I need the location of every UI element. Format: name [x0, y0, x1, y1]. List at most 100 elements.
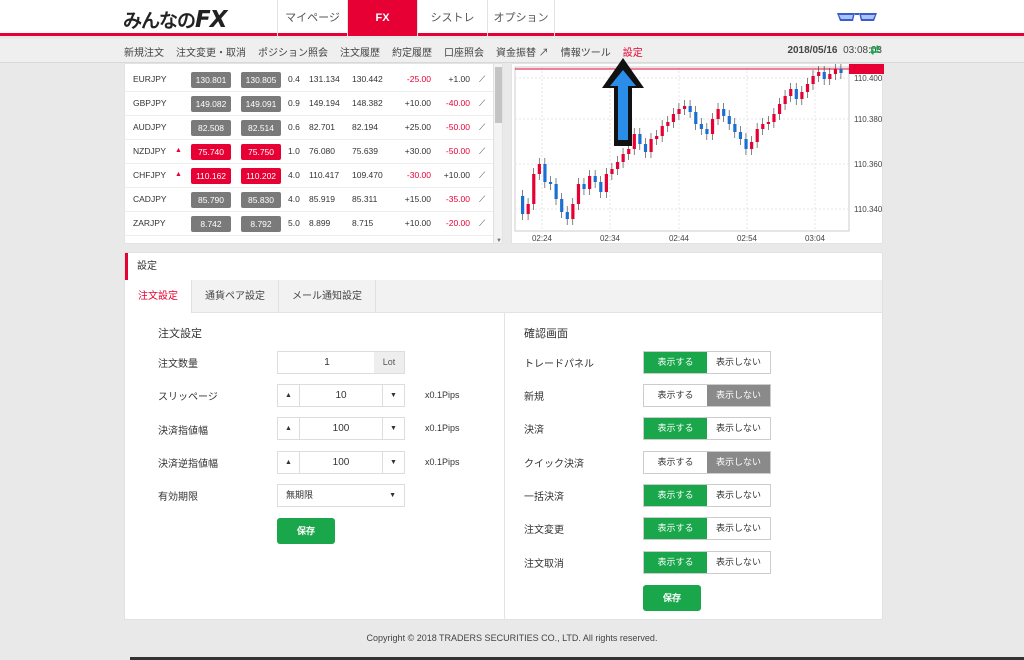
tab-option[interactable]: オプション [487, 0, 555, 36]
show-option[interactable]: 表示する [644, 418, 707, 439]
bid-button[interactable]: 82.508 [191, 120, 231, 136]
pair-name: CHFJPY [133, 170, 167, 180]
mini-chart-icon[interactable]: ⟋ [479, 170, 485, 181]
confirm-toggle[interactable]: 表示する 表示しない [643, 551, 771, 574]
rate-table-scrollbar[interactable]: ▼ [493, 64, 502, 243]
confirm-toggle[interactable]: 表示する 表示しない [643, 351, 771, 374]
stop-width-stepper[interactable]: ▲ 100 ▼ [277, 451, 405, 474]
show-option[interactable]: 表示する [644, 485, 707, 506]
scrollbar-thumb[interactable] [495, 67, 502, 123]
show-option[interactable]: 表示する [644, 518, 707, 539]
qty-unit: Lot [374, 352, 404, 373]
subnav-execution-history[interactable]: 約定履歴 [392, 44, 432, 59]
mini-chart-icon[interactable]: ⟋ [479, 146, 485, 157]
candle-body [576, 184, 581, 204]
show-option[interactable]: 表示する [644, 452, 707, 473]
ask-button[interactable]: 75.750 [241, 144, 281, 160]
hide-option[interactable]: 表示しない [707, 418, 770, 439]
subnav-modify-cancel[interactable]: 注文変更・取消 [176, 44, 246, 59]
hide-option[interactable]: 表示しない [707, 385, 770, 406]
high-value: 8.899 [309, 218, 331, 228]
show-option[interactable]: 表示する [644, 385, 707, 406]
slippage-label: スリッページ [158, 392, 218, 403]
subnav-positions[interactable]: ポジション照会 [258, 44, 328, 59]
increment-icon[interactable]: ▲ [278, 418, 300, 439]
decrement-icon[interactable]: ▼ [382, 452, 404, 473]
subnav-fund-transfer[interactable]: 資金振替 ↗ [496, 44, 549, 59]
spread-value: 0.6 [288, 122, 300, 132]
slippage-value[interactable]: 10 [300, 385, 382, 406]
ask-button[interactable]: 82.514 [241, 120, 281, 136]
bid-button[interactable]: 8.742 [191, 216, 231, 232]
bid-button[interactable]: 75.740 [191, 144, 231, 160]
rate-row[interactable]: AUDJPY 82.508 82.514 0.6 82.701 82.194 +25.00 -… [125, 116, 493, 140]
hide-option[interactable]: 表示しない [707, 552, 770, 573]
bid-button[interactable]: 85.790 [191, 192, 231, 208]
candle-body [554, 184, 558, 199]
slippage-stepper[interactable]: ▲ 10 ▼ [277, 384, 405, 407]
confirm-item-label: 決済 [524, 425, 544, 436]
increment-icon[interactable]: ▲ [278, 452, 300, 473]
order-save-button[interactable]: 保存 [277, 518, 335, 544]
qty-input[interactable]: 1 Lot [277, 351, 405, 374]
glasses-icon[interactable] [836, 11, 878, 23]
confirm-save-button[interactable]: 保存 [643, 585, 701, 611]
tab-mypage[interactable]: マイページ [277, 0, 347, 36]
hide-option[interactable]: 表示しない [707, 452, 770, 473]
tab-mail-settings[interactable]: メール通知設定 [279, 280, 376, 313]
mini-chart-icon[interactable]: ⟋ [479, 98, 485, 109]
scroll-down-icon[interactable]: ▼ [496, 238, 502, 243]
rate-row[interactable]: GBPJPY 149.082 149.091 0.9 149.194 148.382 +10… [125, 92, 493, 116]
mini-chart-icon[interactable]: ⟋ [479, 74, 485, 85]
minna-no-fx-logo[interactable]: みんなのFX [123, 6, 227, 33]
subnav-order-history[interactable]: 注文履歴 [340, 44, 380, 59]
mini-chart-icon[interactable]: ⟋ [479, 122, 485, 133]
limit-width-value[interactable]: 100 [300, 418, 382, 439]
tab-systrade[interactable]: シストレ [417, 0, 487, 36]
confirm-toggle[interactable]: 表示する 表示しない [643, 451, 771, 474]
increment-icon[interactable]: ▲ [278, 385, 300, 406]
subnav-new-order[interactable]: 新規注文 [124, 44, 164, 59]
candle-body [565, 212, 569, 219]
subnav-account[interactable]: 口座照会 [444, 44, 484, 59]
ask-button[interactable]: 8.792 [241, 216, 281, 232]
rate-row[interactable]: CADJPY 85.790 85.830 4.0 85.919 85.311 +15.00 -… [125, 188, 493, 212]
bid-button[interactable]: 130.801 [191, 72, 231, 88]
show-option[interactable]: 表示する [644, 552, 707, 573]
rate-row[interactable]: ZARJPY 8.742 8.792 5.0 8.899 8.715 +10.00 -20.0… [125, 212, 493, 236]
hide-option[interactable]: 表示しない [707, 518, 770, 539]
bid-button[interactable]: 110.162 [191, 168, 231, 184]
pair-name: AUDJPY [133, 122, 167, 132]
tab-order-settings[interactable]: 注文設定 [125, 280, 192, 313]
price-chart[interactable]: 110.400 110.380 110.360 110.340 02:24 02:34 02… [511, 63, 884, 244]
confirm-toggle[interactable]: 表示する 表示しない [643, 384, 771, 407]
tab-pair-settings[interactable]: 通貨ペア設定 [192, 280, 279, 313]
ask-button[interactable]: 110.202 [241, 168, 281, 184]
ask-button[interactable]: 130.805 [241, 72, 281, 88]
decrement-icon[interactable]: ▼ [382, 418, 404, 439]
mini-chart-icon[interactable]: ⟋ [479, 218, 485, 229]
confirm-toggle[interactable]: 表示する 表示しない [643, 517, 771, 540]
confirm-toggle[interactable]: 表示する 表示しない [643, 417, 771, 440]
rate-row[interactable]: CHFJPY ▲ 110.162 110.202 4.0 110.417 109.470 -3… [125, 164, 493, 188]
stop-width-value[interactable]: 100 [300, 452, 382, 473]
ask-button[interactable]: 149.091 [241, 96, 281, 112]
low-value: 75.639 [352, 146, 378, 156]
limit-width-stepper[interactable]: ▲ 100 ▼ [277, 417, 405, 440]
mini-chart-icon[interactable]: ⟋ [479, 194, 485, 205]
refresh-icon[interactable]: ⇄ [870, 43, 880, 57]
confirm-toggle[interactable]: 表示する 表示しない [643, 484, 771, 507]
candle-body [817, 72, 821, 76]
rate-row[interactable]: NZDJPY ▲ 75.740 75.750 1.0 76.080 75.639 +30.00… [125, 140, 493, 164]
bid-button[interactable]: 149.082 [191, 96, 231, 112]
swap-sell-value: +15.00 [404, 194, 431, 204]
show-option[interactable]: 表示する [644, 352, 707, 373]
rate-row[interactable]: EURJPY 130.801 130.805 0.4 131.134 130.442 -25… [125, 68, 493, 92]
tab-fx[interactable]: FX [347, 0, 417, 36]
qty-value[interactable]: 1 [278, 352, 376, 373]
expiry-select[interactable]: 無期限 ▼ [277, 484, 405, 507]
hide-option[interactable]: 表示しない [707, 485, 770, 506]
hide-option[interactable]: 表示しない [707, 352, 770, 373]
ask-button[interactable]: 85.830 [241, 192, 281, 208]
decrement-icon[interactable]: ▼ [382, 385, 404, 406]
